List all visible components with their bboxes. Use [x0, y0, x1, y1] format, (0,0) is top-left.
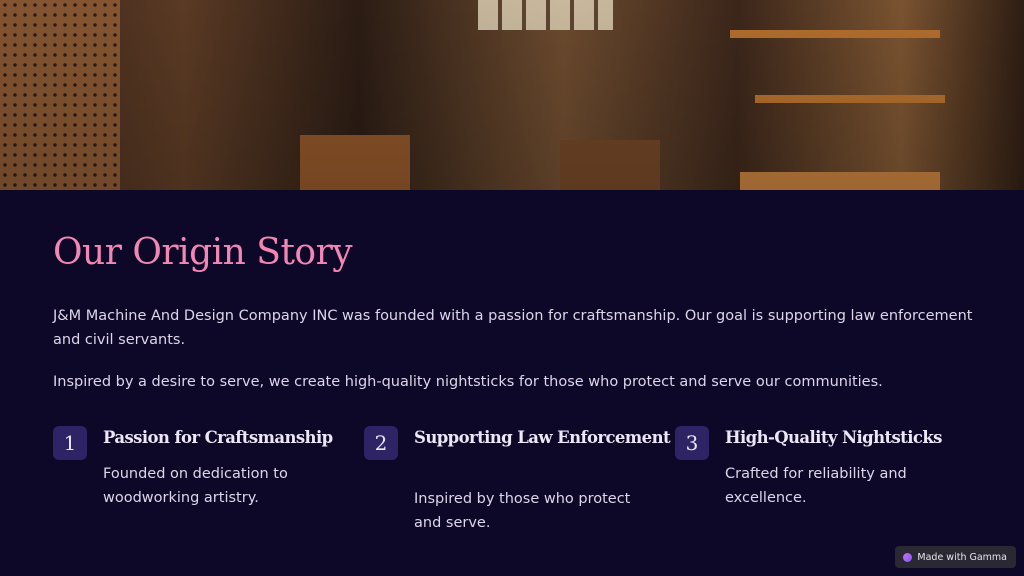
page-title: Our Origin Story	[53, 232, 353, 273]
feature-title: High-Quality Nightsticks	[725, 428, 942, 447]
feature-number-badge: 2	[364, 426, 398, 460]
feature-title: Supporting Law Enforcement	[414, 428, 671, 447]
badge-label: Made with Gamma	[917, 551, 1007, 563]
mission-paragraph: Inspired by a desire to serve, we create…	[53, 374, 883, 390]
gamma-logo-icon	[903, 552, 913, 562]
feature-number-badge: 3	[675, 426, 709, 460]
feature-number-badge: 1	[53, 426, 87, 460]
feature-description: Crafted for reliability and excellence.	[725, 466, 907, 506]
intro-paragraph: J&M Machine And Design Company INC was f…	[53, 308, 973, 348]
feature-title: Passion for Craftsmanship	[103, 428, 333, 447]
feature-description: Founded on dedication to woodworking art…	[103, 466, 288, 506]
feature-description: Inspired by those who protect and serve.	[414, 491, 631, 531]
made-with-gamma-badge[interactable]: Made with Gamma	[895, 546, 1016, 568]
workshop-hero-image	[0, 0, 1024, 190]
origin-story-section: Our Origin Story J&M Machine And Design …	[0, 190, 1024, 576]
